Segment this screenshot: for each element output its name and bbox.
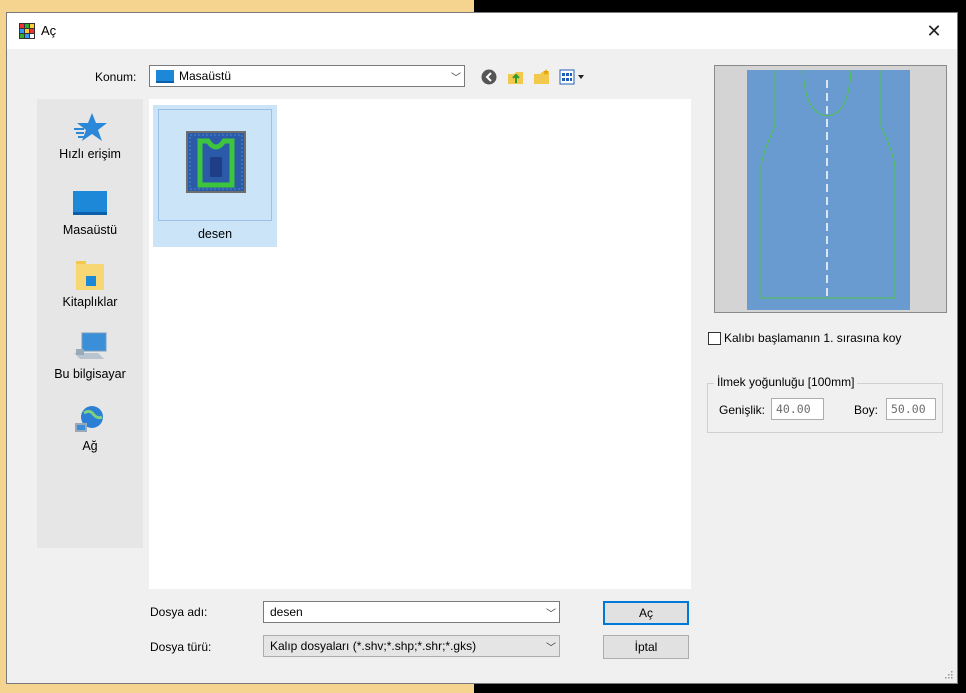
location-value: Masaüstü (179, 69, 232, 83)
close-button[interactable]: ✕ (911, 13, 957, 49)
desktop-small-icon (156, 69, 174, 83)
filetype-label: Dosya türü: (150, 640, 212, 654)
place-label: Bu bilgisayar (54, 367, 126, 381)
filename-combo[interactable]: desen ﹀ (263, 601, 560, 623)
pattern-preview (714, 65, 947, 313)
place-this-pc[interactable]: Bu bilgisayar (37, 331, 143, 381)
filetype-value: Kalıp dosyaları (*.shv;*.shp;*.shr;*.gks… (270, 639, 477, 653)
place-label: Hızlı erişim (59, 147, 121, 161)
desktop-icon (72, 187, 108, 219)
filetype-combo[interactable]: Kalıp dosyaları (*.shv;*.shp;*.shr;*.gks… (263, 635, 560, 657)
new-folder-icon[interactable] (533, 68, 551, 86)
view-menu-icon[interactable] (559, 69, 587, 85)
title-bar: Aç ✕ (7, 13, 957, 49)
height-label: Boy: (854, 403, 879, 417)
height-field[interactable]: 50.00 (886, 398, 936, 420)
file-item-desen[interactable]: desen (153, 105, 277, 247)
network-icon (72, 403, 108, 435)
start-row-checkbox[interactable] (708, 332, 721, 345)
file-thumbnail-frame (158, 109, 272, 221)
place-label: Masaüstü (62, 223, 118, 237)
libraries-icon (72, 259, 108, 291)
filename-input[interactable]: desen (264, 605, 543, 619)
place-desktop[interactable]: Masaüstü (37, 187, 143, 237)
filename-label: Dosya adı: (150, 605, 208, 619)
pattern-preview-image (715, 66, 946, 312)
file-list[interactable]: desen (149, 99, 691, 589)
file-name: desen (197, 227, 233, 241)
cancel-button[interactable]: İptal (603, 635, 689, 659)
width-label: Genişlik: (719, 403, 766, 417)
up-folder-icon[interactable] (507, 68, 525, 86)
location-label: Konum: (95, 70, 137, 84)
pattern-thumbnail-icon (186, 131, 246, 193)
start-row-checkbox-label[interactable]: Kalıbı başlamanın 1. sırasına koy (724, 331, 901, 345)
computer-icon (72, 331, 108, 363)
chevron-down-icon[interactable]: ﹀ (448, 69, 464, 84)
place-label: Ağ (82, 439, 98, 453)
close-icon: ✕ (926, 20, 942, 41)
chevron-down-icon[interactable]: ﹀ (543, 639, 559, 654)
place-label: Kitaplıklar (62, 295, 118, 309)
places-bar: Hızlı erişim Masaüstü Kitaplıklar Bu bil… (37, 99, 143, 548)
place-quick-access[interactable]: Hızlı erişim (37, 111, 143, 161)
location-combo[interactable]: Masaüstü ﹀ (149, 65, 465, 87)
open-dialog: Aç ✕ Konum: Masaüstü ﹀ Hızlı erişim Masa… (6, 12, 958, 684)
back-icon[interactable] (481, 69, 497, 85)
place-libraries[interactable]: Kitaplıklar (37, 259, 143, 309)
quick-access-star-icon (72, 111, 108, 143)
chevron-down-icon[interactable]: ﹀ (543, 605, 559, 620)
stitch-density-title: İlmek yoğunluğu [100mm] (714, 375, 858, 389)
open-button[interactable]: Aç (603, 601, 689, 625)
place-network[interactable]: Ağ (37, 403, 143, 453)
app-icon (19, 23, 35, 39)
width-field[interactable]: 40.00 (771, 398, 824, 420)
resize-grip-icon[interactable] (945, 671, 953, 679)
window-title: Aç (41, 23, 57, 38)
